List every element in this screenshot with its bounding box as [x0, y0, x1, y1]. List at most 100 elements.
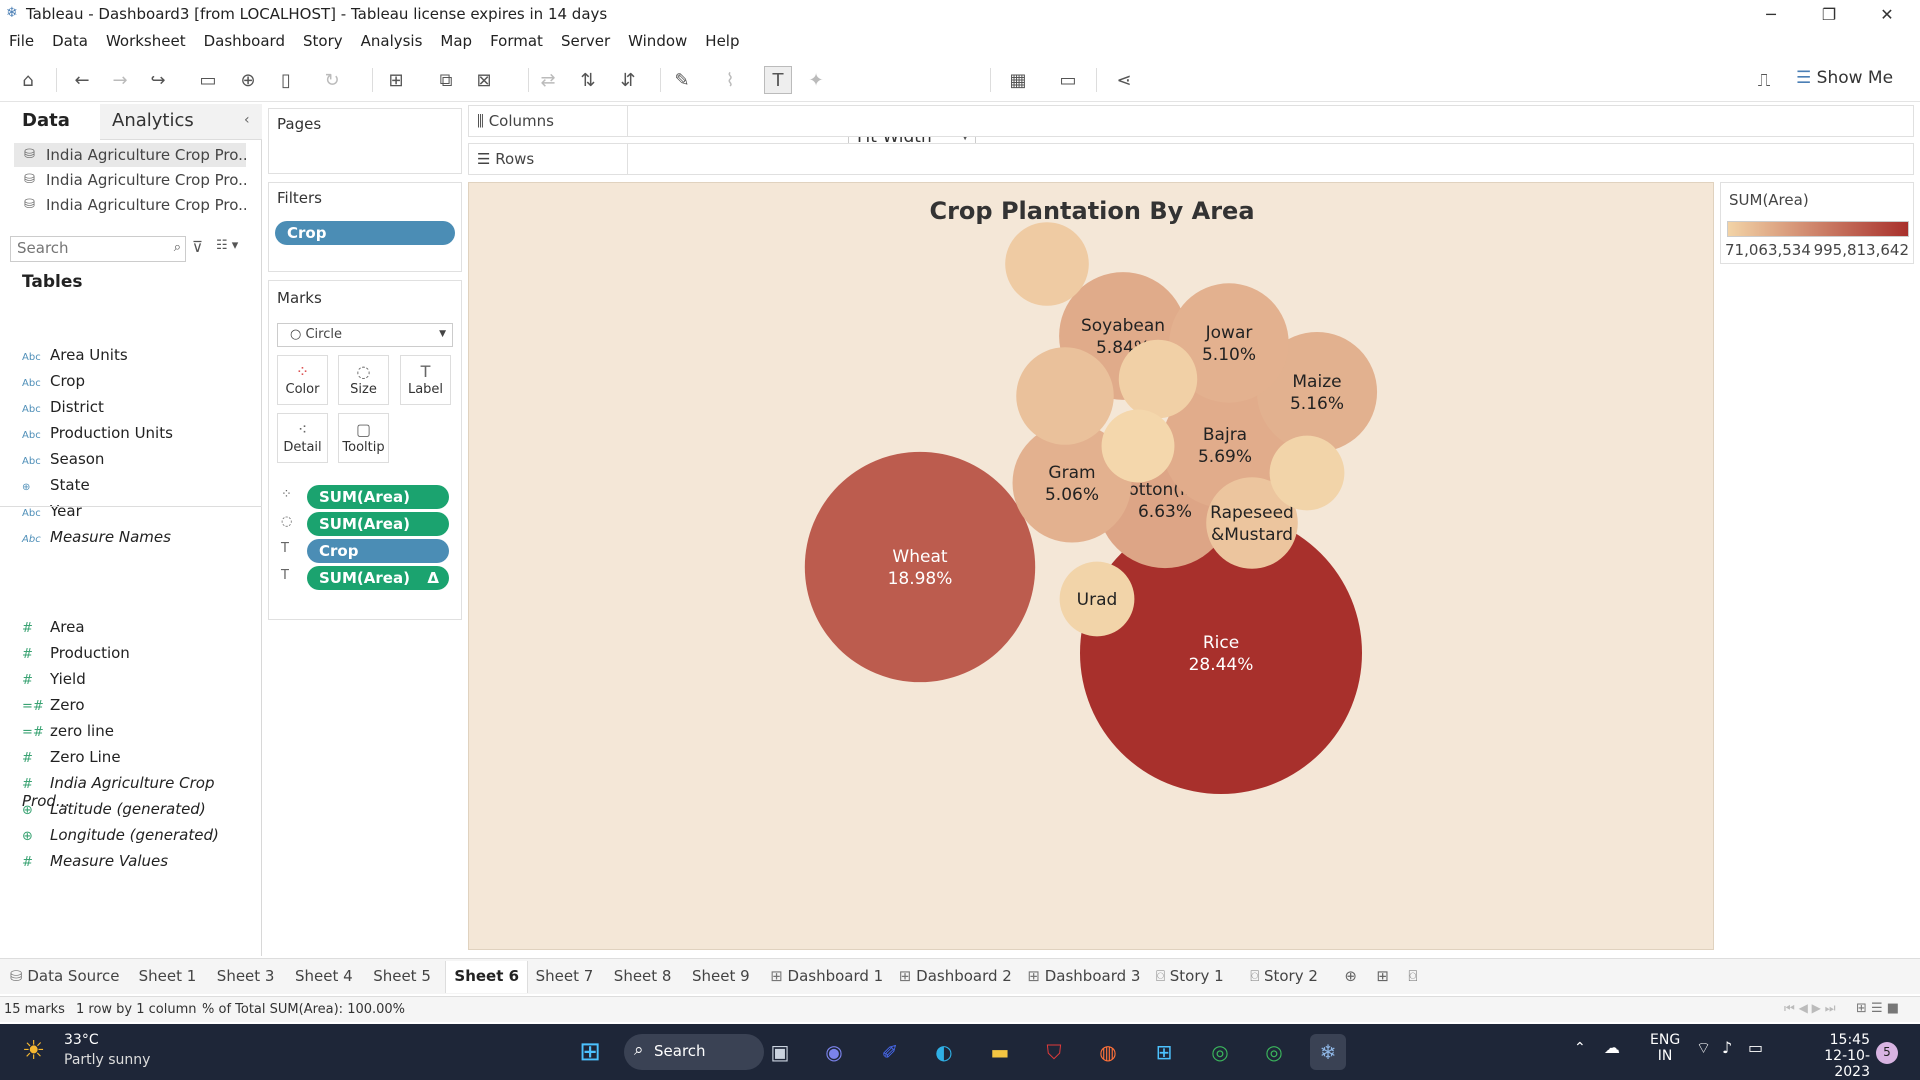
marks-color-button[interactable]: ⁘ Color — [277, 355, 328, 405]
undo-icon[interactable]: ← — [68, 66, 96, 94]
store-icon[interactable]: ⊞ — [1146, 1034, 1182, 1070]
color-legend[interactable]: SUM(Area) 71,063,534 995,813,642 — [1720, 182, 1914, 264]
measure-field[interactable]: # Area — [22, 618, 85, 640]
tab-sheet-1[interactable]: Sheet 1 — [133, 967, 203, 991]
volume-icon[interactable]: ♪ — [1722, 1038, 1732, 1057]
view-mode-icon[interactable]: ⊞ ☰ ■ — [1856, 1001, 1899, 1016]
measure-field[interactable]: ⊕ Latitude (generated) — [22, 800, 206, 822]
tab-sheet-5[interactable]: Sheet 5 — [367, 967, 437, 991]
tab-sheet-3[interactable]: Sheet 3 — [211, 967, 281, 991]
sort-descending-icon[interactable]: ⇵ — [614, 66, 642, 94]
viz-canvas[interactable]: Crop Plantation By Area Rice 28.44% Wheat 1… — [468, 182, 1714, 950]
task-view-icon[interactable]: ▣ — [762, 1034, 798, 1070]
dimension-field[interactable]: ⊕ State — [22, 476, 90, 498]
show-labels-icon[interactable]: T — [764, 66, 792, 94]
tab-sheet-9[interactable]: Sheet 9 — [686, 967, 756, 991]
marks-tooltip-button[interactable]: ▢ Tooltip — [338, 413, 389, 463]
tab-sheet-4[interactable]: Sheet 4 — [289, 967, 359, 991]
dimension-field[interactable]: Abc Crop — [22, 372, 85, 394]
new-worksheet-icon[interactable]: ⊞ — [382, 66, 410, 94]
measure-field[interactable]: # Zero Line — [22, 748, 121, 770]
measure-field[interactable]: =# Zero — [22, 696, 85, 718]
measure-field[interactable]: # Measure Values — [22, 852, 168, 874]
measure-field[interactable]: ⊕ Longitude (generated) — [22, 826, 219, 848]
pin-icon[interactable]: ✦ — [802, 66, 830, 94]
tab-analytics[interactable]: Analytics — [100, 104, 262, 140]
measure-field[interactable]: # Yield — [22, 670, 86, 692]
columns-shelf[interactable]: ⫼ Columns — [468, 105, 1914, 137]
menu-format[interactable]: Format — [481, 30, 552, 50]
paint-roller-icon[interactable]: ⎍ — [1750, 66, 1778, 94]
measure-field[interactable]: # Production — [22, 644, 130, 666]
pause-updates-icon[interactable]: ▯ — [272, 66, 300, 94]
share-icon[interactable]: ⋖ — [1110, 66, 1138, 94]
measure-field[interactable]: =# zero line — [22, 722, 114, 744]
new-dashboard-tab-icon[interactable]: ⊞ — [1370, 967, 1395, 991]
filter-icon[interactable]: ⊽ — [192, 238, 203, 256]
dimension-field[interactable]: Abc Measure Names — [22, 528, 171, 550]
menu-data[interactable]: Data — [43, 30, 97, 50]
restore-button[interactable]: ❐ — [1800, 0, 1858, 28]
chevron-up-icon[interactable]: ⌃ — [1574, 1040, 1586, 1056]
minimize-button[interactable]: ─ — [1742, 0, 1800, 28]
marks-pill[interactable]: SUM(Area) Δ — [307, 566, 449, 590]
menu-window[interactable]: Window — [619, 30, 696, 50]
dimension-field[interactable]: Abc Area Units — [22, 346, 128, 368]
firefox-icon[interactable]: ◍ — [1090, 1034, 1126, 1070]
marks-label-button[interactable]: T Label — [400, 355, 451, 405]
rows-shelf[interactable]: ☰ Rows — [468, 143, 1914, 175]
edge-icon[interactable]: ◐ — [926, 1034, 962, 1070]
chrome-icon[interactable]: ◎ — [1202, 1034, 1238, 1070]
menu-analysis[interactable]: Analysis — [352, 30, 432, 50]
app-icon[interactable]: ✐ — [872, 1034, 908, 1070]
tab-story-1[interactable]: ⌼ Story 1 — [1150, 967, 1230, 991]
file-explorer-icon[interactable]: ▬ — [982, 1034, 1018, 1070]
marks-pill[interactable]: SUM(Area) — [307, 485, 449, 509]
menu-map[interactable]: Map — [431, 30, 481, 50]
search-input[interactable] — [11, 237, 161, 259]
menu-file[interactable]: File — [0, 30, 43, 50]
home-icon[interactable]: ⌂ — [14, 66, 42, 94]
tableau-taskbar-icon[interactable]: ❄ — [1310, 1034, 1346, 1070]
marks-pill[interactable]: SUM(Area) — [307, 512, 449, 536]
bubble-unlabeled[interactable] — [1016, 347, 1114, 445]
new-datasource-icon[interactable]: ⊕ — [234, 66, 262, 94]
view-options-icon[interactable]: ☷ ▾ — [216, 238, 238, 253]
menu-help[interactable]: Help — [696, 30, 748, 50]
marks-size-button[interactable]: ◌ Size — [338, 355, 389, 405]
chrome-icon[interactable]: ◎ — [1256, 1034, 1292, 1070]
redo-icon[interactable]: → — [106, 66, 134, 94]
replay-icon[interactable]: ↪ — [144, 66, 172, 94]
wifi-icon[interactable]: ⌔ — [1696, 1038, 1711, 1058]
dimension-field[interactable]: Abc Production Units — [22, 424, 173, 446]
menu-dashboard[interactable]: Dashboard — [195, 30, 294, 50]
measure-field[interactable]: # India Agriculture Crop Prod... — [22, 774, 261, 810]
tab-sheet-6[interactable]: Sheet 6 — [445, 961, 529, 993]
tab-story-2[interactable]: ⌼ Story 2 — [1244, 967, 1324, 991]
battery-icon[interactable]: ▭ — [1748, 1038, 1763, 1057]
sort-ascending-icon[interactable]: ⇅ — [574, 66, 602, 94]
show-cards-icon[interactable]: ▦ — [1004, 66, 1032, 94]
tab-dashboard-1[interactable]: ⊞ Dashboard 1 — [764, 967, 889, 991]
new-story-tab-icon[interactable]: ⌼ — [1402, 967, 1423, 991]
show-me-button[interactable]: ☰ Show Me — [1796, 68, 1893, 88]
datasource-item[interactable]: ⛁ India Agriculture Crop Pro... — [14, 193, 246, 217]
onedrive-icon[interactable]: ☁ — [1604, 1038, 1620, 1057]
collapse-pane-icon[interactable]: ‹ — [244, 112, 250, 128]
datasource-item[interactable]: ⛁ India Agriculture Crop Pro... — [14, 168, 246, 192]
presentation-icon[interactable]: ▭ — [1054, 66, 1082, 94]
marks-pill[interactable]: Crop — [307, 539, 449, 563]
new-worksheet-tab-icon[interactable]: ⊕ — [1338, 967, 1363, 991]
menu-worksheet[interactable]: Worksheet — [97, 30, 195, 50]
clear-sheet-icon[interactable]: ⊠ — [470, 66, 498, 94]
tab-dashboard-2[interactable]: ⊞ Dashboard 2 — [893, 967, 1018, 991]
tab-data[interactable]: Data — [0, 104, 100, 140]
refresh-icon[interactable]: ↻ — [318, 66, 346, 94]
bubble-chart[interactable]: Rice28.44%Wheat18.98%Cotton(lint)6.63%So… — [469, 183, 1715, 951]
highlight-icon[interactable]: ✎ — [668, 66, 696, 94]
bubble-unlabeled[interactable] — [1118, 339, 1198, 419]
menu-story[interactable]: Story — [294, 30, 352, 50]
sheet-navigation-icon[interactable]: ⏮ ◀ ▶ ⏭ — [1784, 1001, 1836, 1016]
filters-card[interactable]: Filters Crop — [268, 182, 462, 272]
bubble-unlabeled[interactable] — [1101, 409, 1175, 483]
